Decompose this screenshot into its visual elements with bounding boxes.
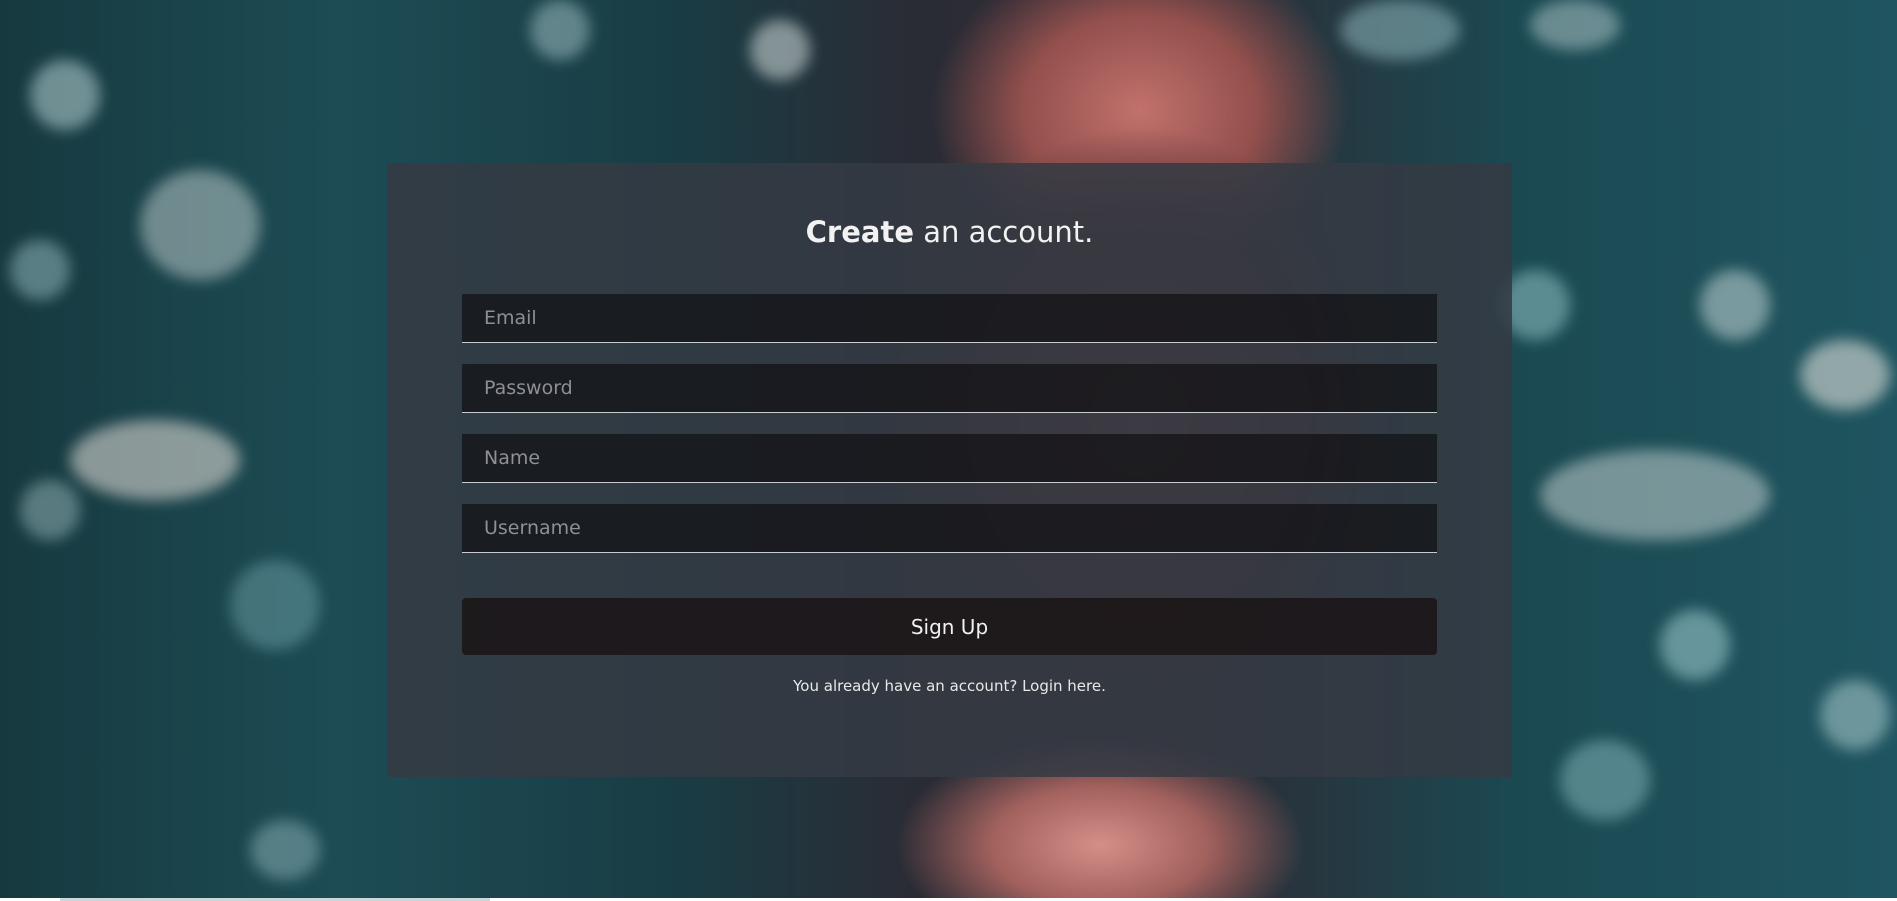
username-field[interactable] [462, 504, 1437, 553]
name-field[interactable] [462, 434, 1437, 483]
password-field[interactable] [462, 364, 1437, 413]
form-title: Create an account. [387, 215, 1512, 249]
title-bold: Create [805, 215, 914, 249]
email-field[interactable] [462, 294, 1437, 343]
login-prompt-text: You already have an account? [793, 677, 1023, 695]
login-link[interactable]: Login here. [1022, 677, 1106, 695]
login-prompt: You already have an account? Login here. [387, 677, 1512, 695]
title-rest: an account. [914, 215, 1094, 249]
sign-up-button[interactable]: Sign Up [462, 598, 1437, 655]
signup-card: Create an account. Sign Up You already h… [387, 163, 1512, 777]
